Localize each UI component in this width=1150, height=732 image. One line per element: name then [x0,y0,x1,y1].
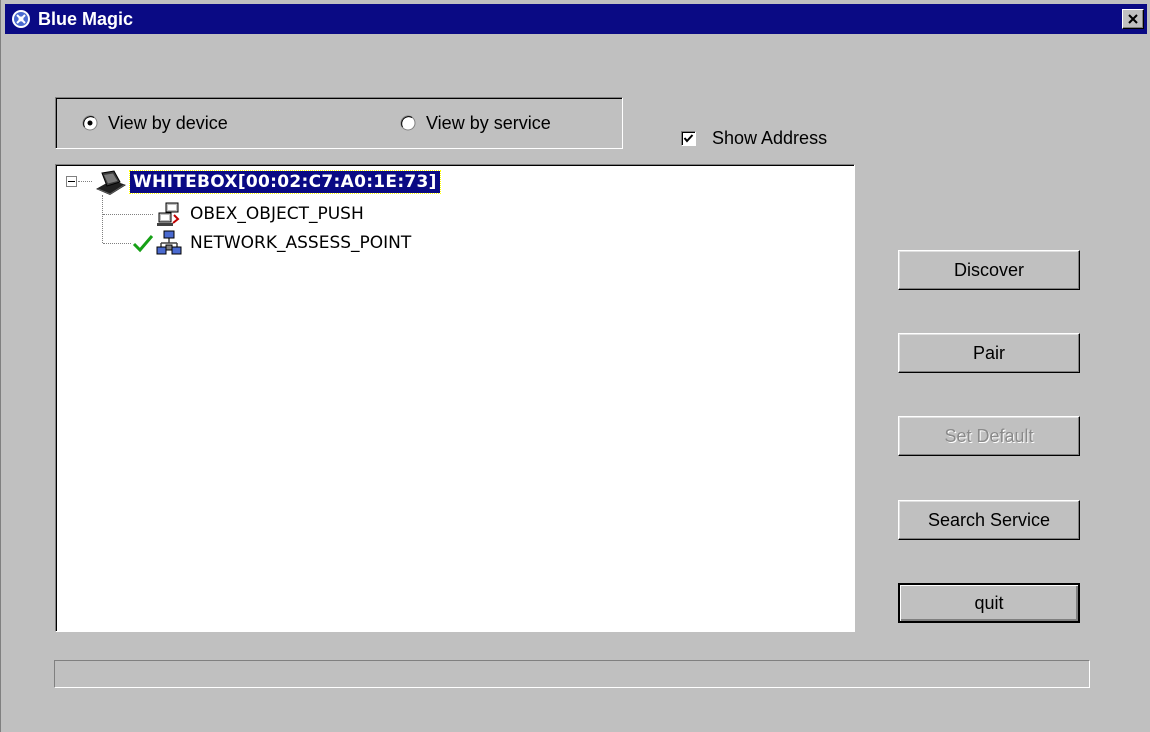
search-service-button[interactable]: Search Service [898,500,1080,540]
quit-button[interactable]: quit [898,583,1080,623]
tree-child-label: OBEX_OBJECT_PUSH [190,204,364,224]
close-button[interactable] [1122,9,1144,29]
radio-selected-icon [82,115,98,131]
tree-node-whitebox[interactable]: WHITEBOX[00:02:C7:A0:1E:73] [94,169,441,195]
set-default-button: Set Default [898,416,1080,456]
green-check-icon [132,235,154,253]
checkbox-box[interactable] [681,130,696,146]
view-by-service-radio[interactable]: View by service [400,112,551,134]
tree-node-obex-object-push[interactable]: OBEX_OBJECT_PUSH [156,201,364,227]
collapse-toggle[interactable] [66,176,77,187]
radio-unselected-icon [400,115,416,131]
window-title: Blue Magic [38,9,134,29]
blue-magic-window: Blue Magic View by device View by servic… [0,0,1150,732]
tree-root-label: WHITEBOX[00:02:C7:A0:1E:73] [129,170,441,194]
view-mode-group: View by device View by service [55,97,623,149]
view-by-device-label: View by device [108,112,228,133]
laptop-icon [96,170,126,195]
close-icon [1128,14,1138,24]
tree-child-label: NETWORK_ASSESS_POINT [190,233,412,253]
bluetooth-app-icon [12,10,30,28]
progress-bar [54,660,1090,688]
checkmark-icon [683,133,694,143]
device-tree[interactable]: WHITEBOX[00:02:C7:A0:1E:73] OBEX_OBJECT_… [55,164,855,632]
network-icon [156,230,182,255]
show-address-label: Show Address [712,127,828,148]
discover-button[interactable]: Discover [898,250,1080,290]
pair-button[interactable]: Pair [898,333,1080,373]
view-by-service-label: View by service [426,112,551,133]
view-by-device-radio[interactable]: View by device [82,112,228,134]
title-bar[interactable]: Blue Magic [5,4,1147,34]
show-address-checkbox[interactable]: Show Address [681,126,827,150]
tree-node-network-assess-point[interactable]: NETWORK_ASSESS_POINT [132,230,411,256]
obex-push-icon [157,202,180,226]
